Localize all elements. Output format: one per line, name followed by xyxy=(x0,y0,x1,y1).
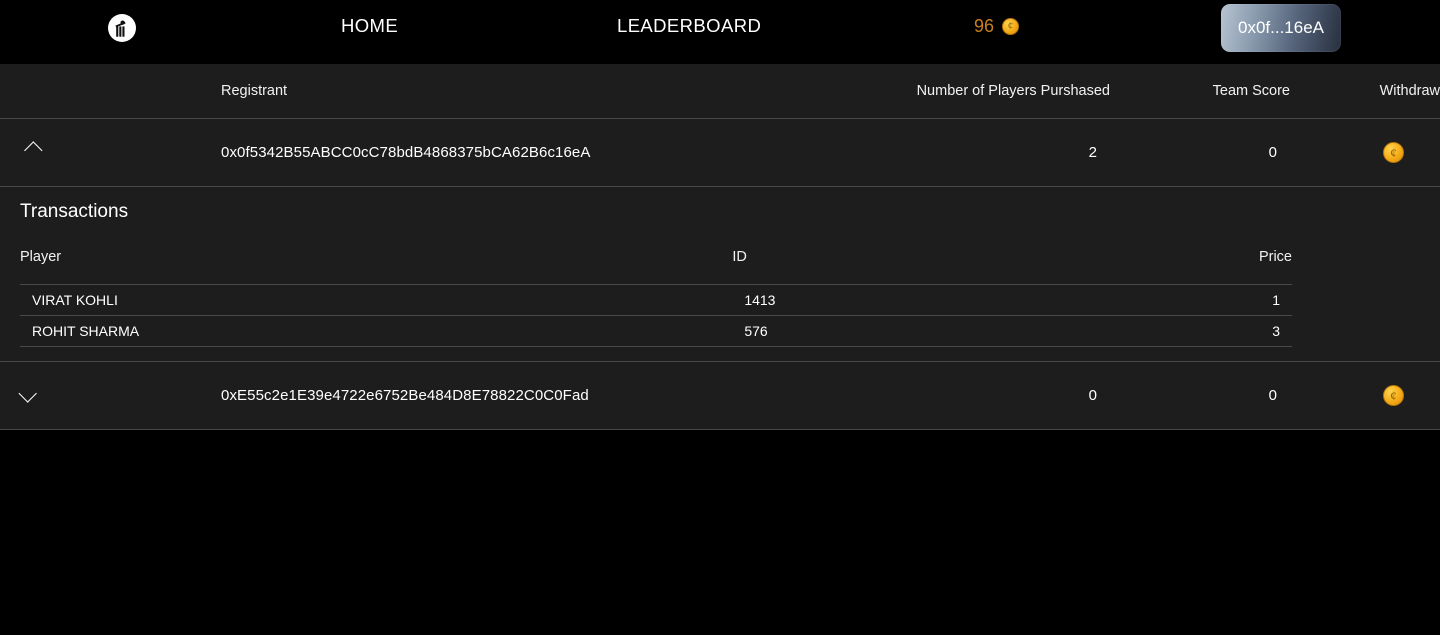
transactions-row: Transactions Player ID Price VIRAT KOHLI xyxy=(0,186,1440,362)
top-navbar: HOME LEADERBOARD 96 ¢ 0x0f...16eA xyxy=(0,0,1440,64)
transactions-panel: Transactions Player ID Price VIRAT KOHLI xyxy=(0,187,1440,362)
transaction-row: ROHIT SHARMA 576 3 xyxy=(20,315,1292,347)
row-expand-toggle-0[interactable] xyxy=(0,118,60,187)
transaction-row: VIRAT KOHLI 1413 1 xyxy=(20,284,1292,316)
table-row[interactable]: 0x0f5342B55ABCC0cC78bdB4868375bCA62B6c16… xyxy=(0,118,1440,187)
coin-icon: ¢ xyxy=(1002,18,1020,35)
chevron-up-icon[interactable] xyxy=(23,140,43,160)
nav-leaderboard[interactable]: LEADERBOARD xyxy=(617,15,761,37)
players-purchased-0: 2 xyxy=(840,118,1110,187)
column-withdraw: Withdraw xyxy=(1290,64,1440,119)
transaction-id-0: 1413 xyxy=(732,284,1102,316)
coin-icon: ¢ xyxy=(1383,141,1404,163)
chevron-down-icon[interactable] xyxy=(17,384,37,403)
transaction-price-1: 3 xyxy=(1101,315,1292,347)
players-purchased-1: 0 xyxy=(840,361,1110,430)
withdraw-cell-1: ¢ xyxy=(1290,361,1440,430)
page-empty-area xyxy=(0,430,1440,635)
withdraw-button-0[interactable]: ¢ xyxy=(1383,141,1404,163)
transaction-player-0: VIRAT KOHLI xyxy=(20,284,733,316)
cricket-player-logo-icon[interactable] xyxy=(108,14,136,42)
column-players-purchased: Number of Players Purshased xyxy=(840,64,1110,119)
tx-column-player: Player xyxy=(20,230,733,285)
transactions-header-row: Player ID Price xyxy=(20,230,1292,285)
registrant-address-1: 0xE55c2e1E39e4722e6752Be484D8E78822C0C0F… xyxy=(60,361,840,430)
withdraw-button-1[interactable]: ¢ xyxy=(1383,385,1404,406)
registrant-address-0: 0x0f5342B55ABCC0cC78bdB4868375bCA62B6c16… xyxy=(60,118,840,187)
tx-column-id: ID xyxy=(732,230,1102,285)
column-registrant: Registrant xyxy=(60,64,840,119)
withdraw-cell-0: ¢ xyxy=(1290,118,1440,187)
row-expand-toggle-1[interactable] xyxy=(0,361,60,430)
transaction-player-1: ROHIT SHARMA xyxy=(20,315,733,347)
registrant-table-head: Registrant Number of Players Purshased T… xyxy=(0,64,1440,119)
transactions-table-body: VIRAT KOHLI 1413 1 ROHIT SHARMA 576 3 xyxy=(20,284,1292,347)
registrant-table-body: 0x0f5342B55ABCC0cC78bdB4868375bCA62B6c16… xyxy=(0,118,1440,430)
column-toggle xyxy=(0,64,60,119)
team-score-1: 0 xyxy=(1110,361,1290,430)
tx-column-price: Price xyxy=(1101,230,1292,285)
nav-home[interactable]: HOME xyxy=(341,15,398,37)
registrant-table-header-row: Registrant Number of Players Purshased T… xyxy=(0,64,1440,119)
transaction-id-1: 576 xyxy=(732,315,1102,347)
wallet-address-button[interactable]: 0x0f...16eA xyxy=(1221,4,1341,52)
coin-balance: 96 ¢ xyxy=(974,16,1020,37)
transactions-table: Player ID Price VIRAT KOHLI 1413 1 ROHIT… xyxy=(20,230,1292,347)
coin-icon: ¢ xyxy=(1383,385,1404,406)
coin-balance-value: 96 xyxy=(974,16,995,36)
transaction-price-0: 1 xyxy=(1101,284,1292,316)
transactions-table-head: Player ID Price xyxy=(20,230,1292,285)
transactions-cell: Transactions Player ID Price VIRAT KOHLI xyxy=(0,186,1440,362)
column-team-score: Team Score xyxy=(1110,64,1290,119)
team-score-0: 0 xyxy=(1110,118,1290,187)
table-row[interactable]: 0xE55c2e1E39e4722e6752Be484D8E78822C0C0F… xyxy=(0,361,1440,430)
transactions-title: Transactions xyxy=(20,200,129,222)
registrant-table: Registrant Number of Players Purshased T… xyxy=(0,64,1440,430)
